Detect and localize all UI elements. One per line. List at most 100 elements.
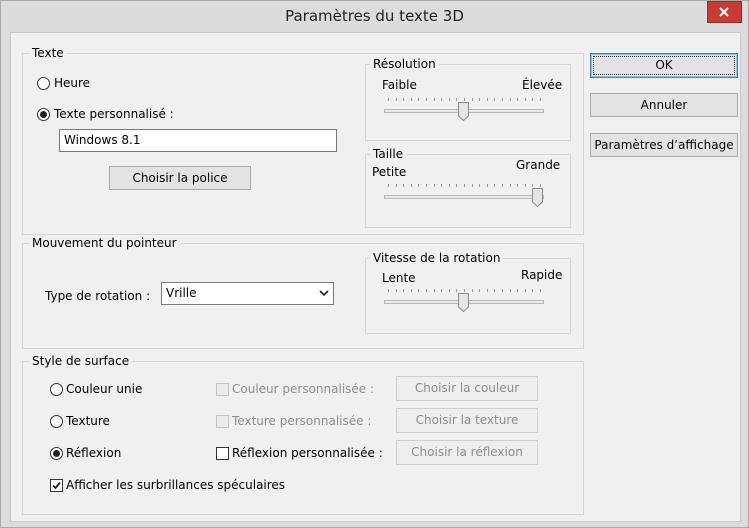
slider-tick bbox=[456, 184, 458, 187]
slider-tick bbox=[388, 184, 389, 187]
custom-text-field[interactable]: Windows 8.1 bbox=[59, 129, 337, 152]
texture-radio[interactable] bbox=[50, 415, 63, 428]
slider-tick bbox=[426, 289, 427, 292]
couleur-perso-checkbox[interactable] bbox=[216, 383, 229, 396]
reflexion-perso-checkbox[interactable] bbox=[216, 447, 229, 460]
custom-text-value: Windows 8.1 bbox=[64, 133, 141, 147]
slider-tick bbox=[532, 98, 534, 101]
close-button[interactable] bbox=[707, 1, 742, 23]
slider-tick bbox=[524, 184, 526, 187]
display-settings-button[interactable]: Paramètres d’affichage bbox=[590, 133, 738, 157]
vitesse-slider[interactable] bbox=[384, 289, 544, 315]
texture-perso-label: Texture personnalisée : bbox=[232, 414, 372, 428]
window-title: Paramètres du texte 3D bbox=[285, 7, 464, 25]
reflexion-label: Réflexion bbox=[66, 446, 122, 460]
rotation-type-label: Type de rotation : bbox=[45, 289, 151, 303]
texte-group-title: Texte bbox=[29, 45, 67, 61]
slider-thumb[interactable] bbox=[458, 293, 469, 312]
dialog-window: Paramètres du texte 3D Texte Heure Texte… bbox=[0, 0, 749, 528]
slider-tick bbox=[517, 289, 519, 292]
slider-tick bbox=[410, 98, 412, 101]
slider-tick bbox=[433, 289, 435, 292]
slider-track[interactable] bbox=[384, 195, 544, 199]
rotation-type-value: Vrille bbox=[166, 286, 197, 300]
chevron-down-icon bbox=[319, 290, 329, 297]
slider-tick bbox=[540, 184, 541, 187]
choose-color-button[interactable]: Choisir la couleur bbox=[396, 376, 538, 401]
slider-thumb[interactable] bbox=[532, 188, 543, 207]
vitesse-min-label: Lente bbox=[382, 271, 416, 285]
title-bar[interactable]: Paramètres du texte 3D bbox=[1, 1, 748, 32]
resolution-title: Résolution bbox=[370, 56, 439, 72]
heure-radio[interactable] bbox=[37, 77, 50, 90]
slider-tick bbox=[502, 184, 503, 187]
surface-group-title: Style de surface bbox=[29, 353, 133, 369]
slider-tick bbox=[509, 289, 511, 292]
custom-text-radio[interactable] bbox=[37, 108, 50, 121]
slider-tick bbox=[426, 98, 427, 101]
slider-tick bbox=[532, 184, 534, 187]
close-icon bbox=[719, 7, 729, 17]
texture-label: Texture bbox=[66, 414, 110, 428]
cancel-button[interactable]: Annuler bbox=[590, 93, 738, 117]
slider-tick bbox=[517, 184, 519, 187]
slider-tick bbox=[403, 98, 405, 101]
slider-tick bbox=[395, 184, 397, 187]
slider-tick bbox=[479, 184, 481, 187]
slider-tick bbox=[502, 98, 503, 101]
slider-tick bbox=[532, 289, 534, 292]
rotation-type-select[interactable]: Vrille bbox=[161, 282, 334, 305]
slider-tick bbox=[395, 289, 397, 292]
resolution-min-label: Faible bbox=[382, 78, 417, 92]
resolution-max-label: Élevée bbox=[522, 78, 563, 92]
slider-tick bbox=[502, 289, 503, 292]
slider-tick bbox=[418, 289, 420, 292]
slider-tick bbox=[471, 184, 473, 187]
resolution-panel: Résolution Faible Élevée bbox=[365, 56, 571, 141]
slider-tick bbox=[433, 184, 435, 187]
ok-button[interactable]: OK bbox=[590, 53, 738, 78]
couleur-unie-radio[interactable] bbox=[50, 383, 63, 396]
specular-label: Afficher les surbrillances spéculaires bbox=[66, 478, 286, 492]
specular-checkbox[interactable] bbox=[50, 479, 63, 492]
slider-tick bbox=[486, 289, 488, 292]
slider-tick bbox=[471, 98, 473, 101]
slider-tick bbox=[441, 184, 443, 187]
slider-tick bbox=[479, 98, 481, 101]
mouvement-group: Mouvement du pointeur Type de rotation :… bbox=[22, 235, 584, 349]
slider-tick bbox=[448, 184, 450, 187]
slider-tick bbox=[486, 184, 488, 187]
mouvement-group-title: Mouvement du pointeur bbox=[29, 235, 180, 251]
slider-tick bbox=[524, 289, 526, 292]
slider-tick bbox=[464, 184, 465, 187]
vitesse-max-label: Rapide bbox=[521, 268, 563, 282]
slider-tick bbox=[464, 98, 465, 101]
reflexion-radio[interactable] bbox=[50, 447, 63, 460]
slider-tick bbox=[517, 98, 519, 101]
slider-tick bbox=[395, 98, 397, 101]
slider-tick bbox=[418, 184, 420, 187]
slider-tick bbox=[456, 98, 458, 101]
resolution-slider[interactable] bbox=[384, 98, 544, 124]
texture-perso-checkbox[interactable] bbox=[216, 415, 229, 428]
taille-title: Taille bbox=[370, 146, 407, 162]
slider-tick bbox=[410, 184, 412, 187]
slider-tick bbox=[524, 98, 526, 101]
heure-label: Heure bbox=[54, 76, 91, 90]
choose-font-button[interactable]: Choisir la police bbox=[109, 166, 251, 190]
slider-tick bbox=[418, 98, 420, 101]
taille-slider[interactable] bbox=[384, 184, 544, 210]
vitesse-title: Vitesse de la rotation bbox=[370, 250, 504, 266]
slider-tick bbox=[410, 289, 412, 292]
slider-thumb[interactable] bbox=[458, 102, 469, 121]
choose-texture-button[interactable]: Choisir la texture bbox=[396, 408, 538, 433]
taille-panel: Taille Grande Petite bbox=[365, 146, 571, 228]
choose-reflection-button[interactable]: Choisir la réflexion bbox=[396, 440, 538, 465]
texte-group: Texte Heure Texte personnalisé : Windows… bbox=[22, 45, 584, 235]
slider-tick bbox=[426, 184, 427, 187]
slider-tick bbox=[471, 289, 473, 292]
slider-tick bbox=[403, 289, 405, 292]
slider-tick bbox=[494, 184, 496, 187]
couleur-unie-label: Couleur unie bbox=[66, 382, 143, 396]
slider-tick bbox=[448, 98, 450, 101]
